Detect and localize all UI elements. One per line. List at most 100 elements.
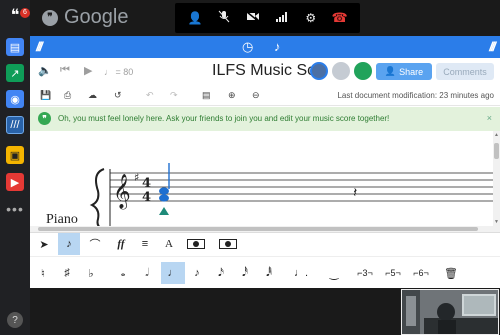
history-clock-icon[interactable]: ◷ xyxy=(242,39,253,55)
avatar-user-2[interactable] xyxy=(332,62,350,80)
time-signature-bottom: 4 xyxy=(142,190,151,205)
add-measure-icon[interactable] xyxy=(182,233,210,255)
rewind-icon[interactable]: ⏮ xyxy=(60,64,70,77)
whole-note-icon[interactable]: 𝅝 xyxy=(114,262,132,284)
camera-effects-icon[interactable]: ◉ xyxy=(6,90,24,108)
photo-app-icon[interactable]: ▣ xyxy=(6,146,24,164)
notification-badge: 6 xyxy=(20,8,30,18)
youtube-icon[interactable]: ▶ xyxy=(6,173,24,191)
score-canvas[interactable]: Piano 𝄞 ♯ 4 4 𝄽 xyxy=(30,131,493,230)
self-video-preview[interactable] xyxy=(401,289,499,335)
comments-button[interactable]: Comments xyxy=(436,63,494,80)
app-header-bar: /// ◷ ♪ /// xyxy=(30,36,500,58)
share-icon: 👤 xyxy=(384,66,397,76)
triplet-label: 3 xyxy=(362,268,368,278)
insert-cursor-icon xyxy=(159,207,169,215)
tempo-label: ♩ = 80 xyxy=(104,67,134,77)
notation-toolbar-bottom: ♮ ♯ ♭ 𝅝 𝅗𝅥 ♩ ♪ 𝅘𝅥𝅯 𝅘𝅥𝅰 𝅘𝅥𝅱 ♩. ‿ ⌐ 3 ¬ ⌐ 5 ¬ … xyxy=(30,256,500,288)
staff-lines-icon[interactable]: ≡ xyxy=(134,233,156,255)
sixty-fourth-note-icon[interactable]: 𝅘𝅥𝅱 xyxy=(260,262,278,284)
google-logo: ❞ Google xyxy=(42,6,129,29)
select-cursor-icon[interactable]: ➤ xyxy=(34,233,54,255)
volume-icon[interactable]: 🔈 xyxy=(38,64,52,77)
app-logo-icon[interactable]: /// xyxy=(36,39,43,54)
sixteenth-note-icon[interactable]: 𝅘𝅥𝅯 xyxy=(212,262,230,284)
dynamics-button[interactable]: ff xyxy=(110,233,132,255)
vertical-scrollbar[interactable]: ▲ ▼ xyxy=(493,131,500,226)
quarter-note-icon[interactable]: ♩ xyxy=(161,262,185,284)
music-note-icon[interactable]: ♪ xyxy=(274,39,281,54)
help-icon[interactable]: ? xyxy=(7,312,23,328)
comments-label: Comments xyxy=(443,66,487,77)
last-modification-text: Last document modification: 23 minutes a… xyxy=(337,91,494,100)
signal-strength-icon[interactable] xyxy=(273,11,291,25)
grand-staff-brace xyxy=(89,168,105,230)
mic-mute-icon[interactable] xyxy=(215,10,233,26)
document-icon[interactable]: ▤ xyxy=(202,90,211,101)
note-head-lower xyxy=(159,194,169,202)
music-score-app: /// ◷ ♪ /// 🔈 ⏮ ▶ ♩ = 80 ILFS Music Scor… xyxy=(30,36,500,288)
text-tool-button[interactable]: A xyxy=(158,233,180,255)
flat-icon[interactable]: ♭ xyxy=(82,262,100,284)
hscroll-thumb[interactable] xyxy=(38,227,478,231)
note-head-upper xyxy=(159,187,169,195)
tie-icon[interactable]: ‿ xyxy=(322,262,346,284)
note-tool-icon[interactable]: ♪ xyxy=(58,233,80,255)
sharp-icon[interactable]: ♯ xyxy=(58,262,76,284)
thirty-second-note-icon[interactable]: 𝅘𝅥𝅰 xyxy=(236,262,254,284)
scroll-up-icon[interactable]: ▲ xyxy=(493,132,500,138)
app-logo-right-icon[interactable]: /// xyxy=(489,39,496,54)
scroll-down-icon[interactable]: ▼ xyxy=(493,219,500,225)
save-icon[interactable]: 💾 xyxy=(40,90,51,101)
hangouts-quote-icon: ❞ xyxy=(42,9,58,26)
zoom-in-icon[interactable]: ⊕ xyxy=(228,90,236,101)
document-title[interactable]: ILFS Music Score xyxy=(212,62,312,80)
cloud-download-icon[interactable]: ☁ xyxy=(88,90,97,101)
more-apps-icon[interactable]: ••• xyxy=(6,200,24,218)
zoom-out-icon[interactable]: ⊖ xyxy=(252,90,260,101)
hang-up-icon[interactable]: ☎ xyxy=(331,10,349,26)
key-signature: ♯ xyxy=(134,171,139,184)
eighth-note-icon[interactable]: ♪ xyxy=(188,262,206,284)
document-toolbar: 💾 ⎙ ☁ ↺ ↶ ↷ ▤ ⊕ ⊖ Last document modifica… xyxy=(30,86,500,106)
lonely-banner: ❞ Oh, you must feel lonely here. Ask you… xyxy=(30,107,500,131)
avatar-user-1[interactable] xyxy=(310,62,328,80)
play-icon[interactable]: ▶ xyxy=(84,64,92,77)
settings-gear-icon[interactable]: ⚙ xyxy=(302,11,320,25)
quintuplet-button[interactable]: ⌐ 5 ¬ xyxy=(380,262,406,284)
share-label: Share xyxy=(399,66,424,77)
triplet-button[interactable]: ⌐ 3 ¬ xyxy=(352,262,378,284)
redo-icon[interactable]: ↷ xyxy=(170,90,178,101)
google-bar: ❞ Google 👤 ⚙ ☎ xyxy=(30,0,500,36)
restore-icon[interactable]: ↺ xyxy=(114,90,122,101)
remove-measure-icon[interactable] xyxy=(214,233,242,255)
sextuplet-button[interactable]: ⌐ 6 ¬ xyxy=(408,262,434,284)
print-icon[interactable]: ⎙ xyxy=(64,90,71,101)
app-rail: ❝ 6 ▤ ↗ ◉ /// ▣ ▶ ••• ? xyxy=(0,0,30,335)
banner-close-icon[interactable]: × xyxy=(487,113,492,123)
camera-mute-icon[interactable] xyxy=(244,11,262,25)
add-collaborator-avatar[interactable] xyxy=(354,62,372,80)
notation-toolbar-top: ➤ ♪ ⌒ ff ≡ A xyxy=(30,232,500,256)
call-controls: 👤 ⚙ ☎ xyxy=(175,3,360,33)
natural-icon[interactable]: ♮ xyxy=(34,262,52,284)
time-signature-top: 4 xyxy=(142,176,151,191)
webcam-image xyxy=(402,290,498,334)
sextuplet-label: 6 xyxy=(418,268,424,278)
quarter-rest-icon: 𝄽 xyxy=(353,185,357,201)
half-note-icon[interactable]: 𝅗𝅥 xyxy=(138,262,156,284)
hangouts-window: ❝ 6 ▤ ↗ ◉ /// ▣ ▶ ••• ? ❞ Google 👤 ⚙ ☎ /… xyxy=(0,0,500,335)
share-button[interactable]: 👤 Share xyxy=(376,63,432,80)
hangouts-icon[interactable]: ❝ 6 xyxy=(6,6,30,24)
scroll-thumb[interactable] xyxy=(494,143,499,159)
delete-icon[interactable]: 🗑 xyxy=(442,262,460,284)
hangouts-small-icon: ❞ xyxy=(38,112,51,125)
fermata-icon[interactable]: ⌒ xyxy=(84,233,106,255)
undo-icon[interactable]: ↶ xyxy=(146,90,154,101)
chat-icon[interactable]: ▤ xyxy=(6,38,24,56)
treble-clef-icon: 𝄞 xyxy=(113,174,131,210)
invite-person-icon[interactable]: 👤 xyxy=(186,11,204,25)
dotted-note-icon[interactable]: ♩. xyxy=(292,262,310,284)
screenshare-icon[interactable]: ↗ xyxy=(6,64,24,82)
music-score-app-icon[interactable]: /// xyxy=(6,116,24,134)
